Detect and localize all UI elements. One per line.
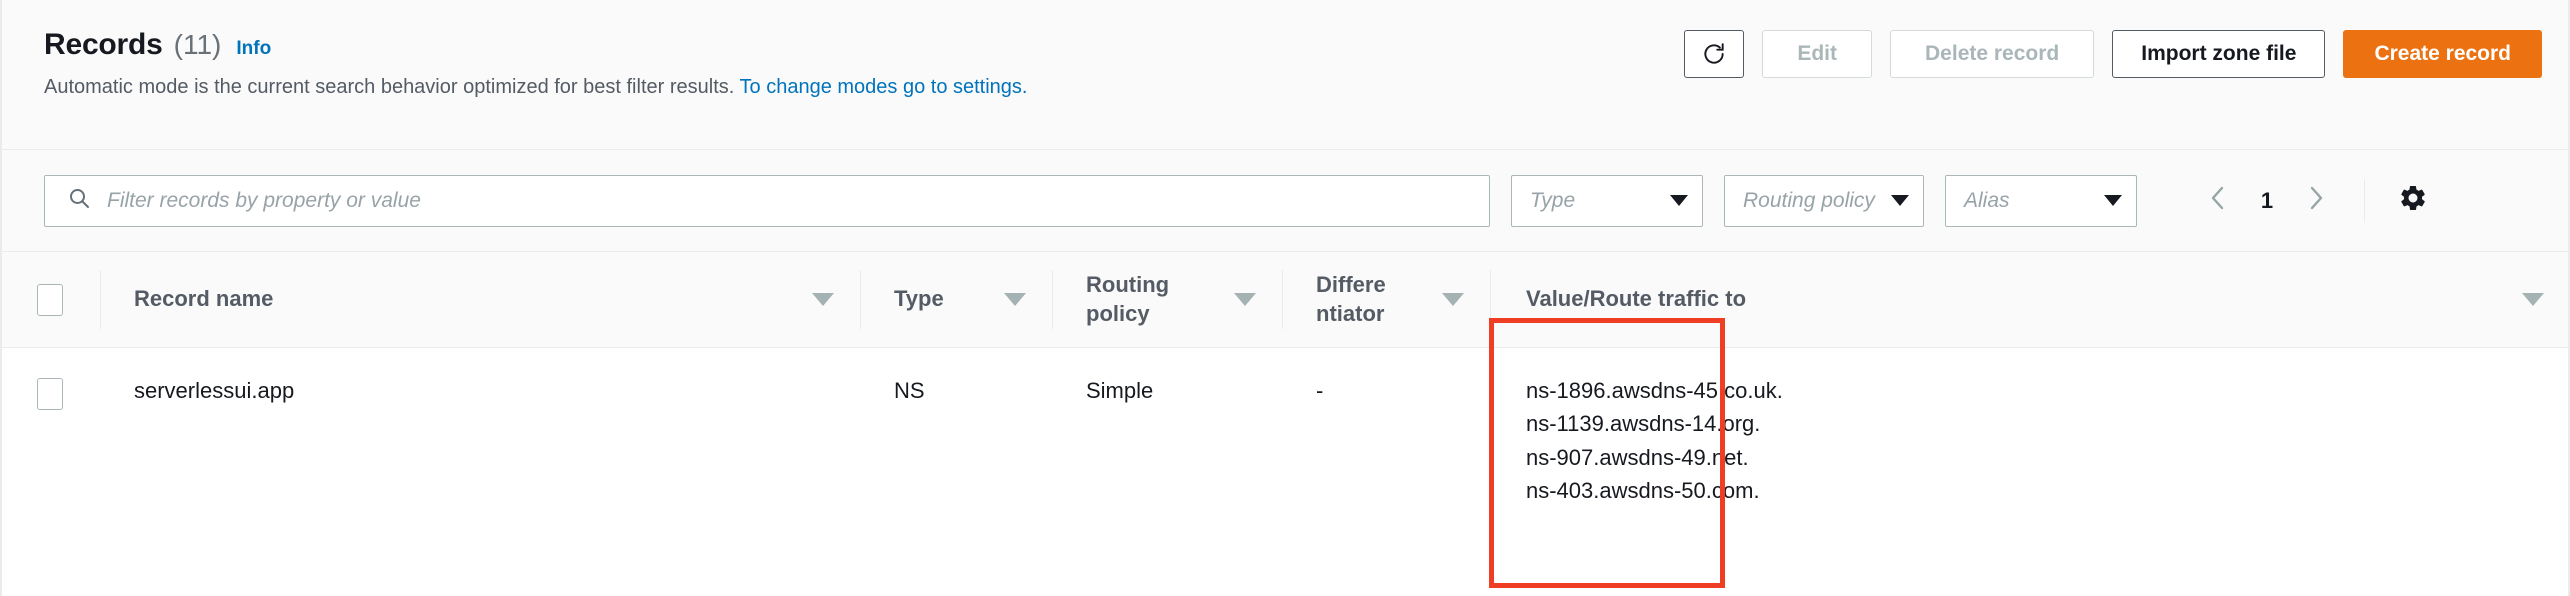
records-table: Record name Type Routing policy Differe … <box>0 252 2570 508</box>
column-header-routing-policy[interactable]: Routing policy <box>1052 252 1282 347</box>
row-select-checkbox[interactable] <box>37 378 63 410</box>
change-modes-settings-link[interactable]: To change modes go to settings. <box>740 76 1028 98</box>
records-page: Records (11) Info Automatic mode is the … <box>0 0 2570 596</box>
panel-description-text: Automatic mode is the current search beh… <box>44 76 735 98</box>
sort-icon[interactable] <box>1442 293 1464 306</box>
cell-value-route-traffic-to: ns-1896.awsdns-45.co.uk. ns-1139.awsdns-… <box>1490 348 2570 508</box>
panel-left-border <box>0 0 2 596</box>
column-header-record-name[interactable]: Record name <box>100 252 860 347</box>
select-all-checkbox[interactable] <box>37 283 63 316</box>
records-count: (11) <box>173 29 222 60</box>
chevron-left-icon <box>2206 183 2230 218</box>
import-zone-file-button[interactable]: Import zone file <box>2112 30 2326 78</box>
chevron-down-icon <box>1670 195 1688 206</box>
panel-description: Automatic mode is the current search beh… <box>44 75 1027 100</box>
search-field-wrapper[interactable] <box>44 174 1490 227</box>
cell-type: NS <box>860 348 1052 407</box>
cell-record-name: serverlessui.app <box>100 348 860 407</box>
gear-icon <box>2398 183 2428 218</box>
sort-icon[interactable] <box>812 293 834 306</box>
column-header-differentiator-label: Differe ntiator <box>1316 272 1386 326</box>
page-title-text: Records <box>44 28 163 61</box>
chevron-down-icon <box>2104 195 2122 206</box>
sort-icon[interactable] <box>1004 293 1026 306</box>
chevron-down-icon <box>1891 195 1909 206</box>
value-list: ns-1896.awsdns-45.co.uk. ns-1139.awsdns-… <box>1526 374 1783 508</box>
record-name-value: serverlessui.app <box>134 378 295 403</box>
toolbar-divider <box>2364 178 2365 223</box>
refresh-icon <box>1701 41 1727 67</box>
search-input[interactable] <box>105 187 1473 214</box>
pagination: 1 <box>2194 177 2437 225</box>
refresh-button[interactable] <box>1684 30 1745 78</box>
table-preferences-button[interactable] <box>2389 177 2437 225</box>
page-title: Records (11) Info <box>44 28 1027 62</box>
table-row[interactable]: serverlessui.app NS Simple - ns-1896.aws… <box>0 348 2570 508</box>
value-item: ns-907.awsdns-49.net. <box>1526 444 1749 470</box>
filter-bar: Type Routing policy Alias 1 <box>0 150 2570 252</box>
alias-filter-label: Alias <box>1964 188 2010 212</box>
alias-filter-dropdown[interactable]: Alias <box>1945 174 2137 227</box>
header-actions: Edit Delete record Import zone file Crea… <box>1684 26 2542 78</box>
record-type-value: NS <box>894 378 925 403</box>
create-record-button[interactable]: Create record <box>2343 30 2542 78</box>
pagination-previous-button[interactable] <box>2194 177 2242 225</box>
routing-policy-value: Simple <box>1086 378 1154 403</box>
sort-icon[interactable] <box>2522 293 2544 306</box>
column-header-value-route-traffic-to-label: Value/Route traffic to <box>1526 286 1747 312</box>
delete-record-button[interactable]: Delete record <box>1890 30 2095 78</box>
value-item: ns-1896.awsdns-45.co.uk. <box>1526 378 1783 403</box>
routing-policy-filter-dropdown[interactable]: Routing policy <box>1724 174 1924 227</box>
edit-button[interactable]: Edit <box>1762 30 1873 78</box>
column-header-value-route-traffic-to[interactable]: Value/Route traffic to <box>1490 252 2570 347</box>
column-header-record-name-label: Record name <box>134 286 274 312</box>
chevron-right-icon <box>2304 183 2328 218</box>
column-header-type[interactable]: Type <box>860 252 1052 347</box>
panel-header: Records (11) Info Automatic mode is the … <box>0 0 2570 150</box>
cell-differentiator: - <box>1282 348 1490 407</box>
search-icon <box>67 186 91 215</box>
value-item: ns-1139.awsdns-14.org. <box>1526 411 1761 437</box>
row-select-cell <box>0 348 100 410</box>
table-header-row: Record name Type Routing policy Differe … <box>0 252 2570 348</box>
type-filter-label: Type <box>1530 188 1576 212</box>
column-header-routing-policy-label: Routing policy <box>1086 272 1170 326</box>
sort-icon[interactable] <box>1234 293 1256 306</box>
routing-policy-filter-label: Routing policy <box>1743 188 1875 212</box>
pagination-page-1[interactable]: 1 <box>2250 188 2284 214</box>
differentiator-value: - <box>1316 378 1324 403</box>
info-link[interactable]: Info <box>236 38 271 60</box>
type-filter-dropdown[interactable]: Type <box>1511 174 1703 227</box>
column-header-type-label: Type <box>894 286 944 312</box>
value-item: ns-403.awsdns-50.com. <box>1526 478 1760 504</box>
cell-routing-policy: Simple <box>1052 348 1282 407</box>
pagination-next-button[interactable] <box>2292 177 2340 225</box>
title-block: Records (11) Info Automatic mode is the … <box>44 26 1027 100</box>
select-all-cell <box>0 252 100 347</box>
column-header-differentiator[interactable]: Differe ntiator <box>1282 252 1490 347</box>
